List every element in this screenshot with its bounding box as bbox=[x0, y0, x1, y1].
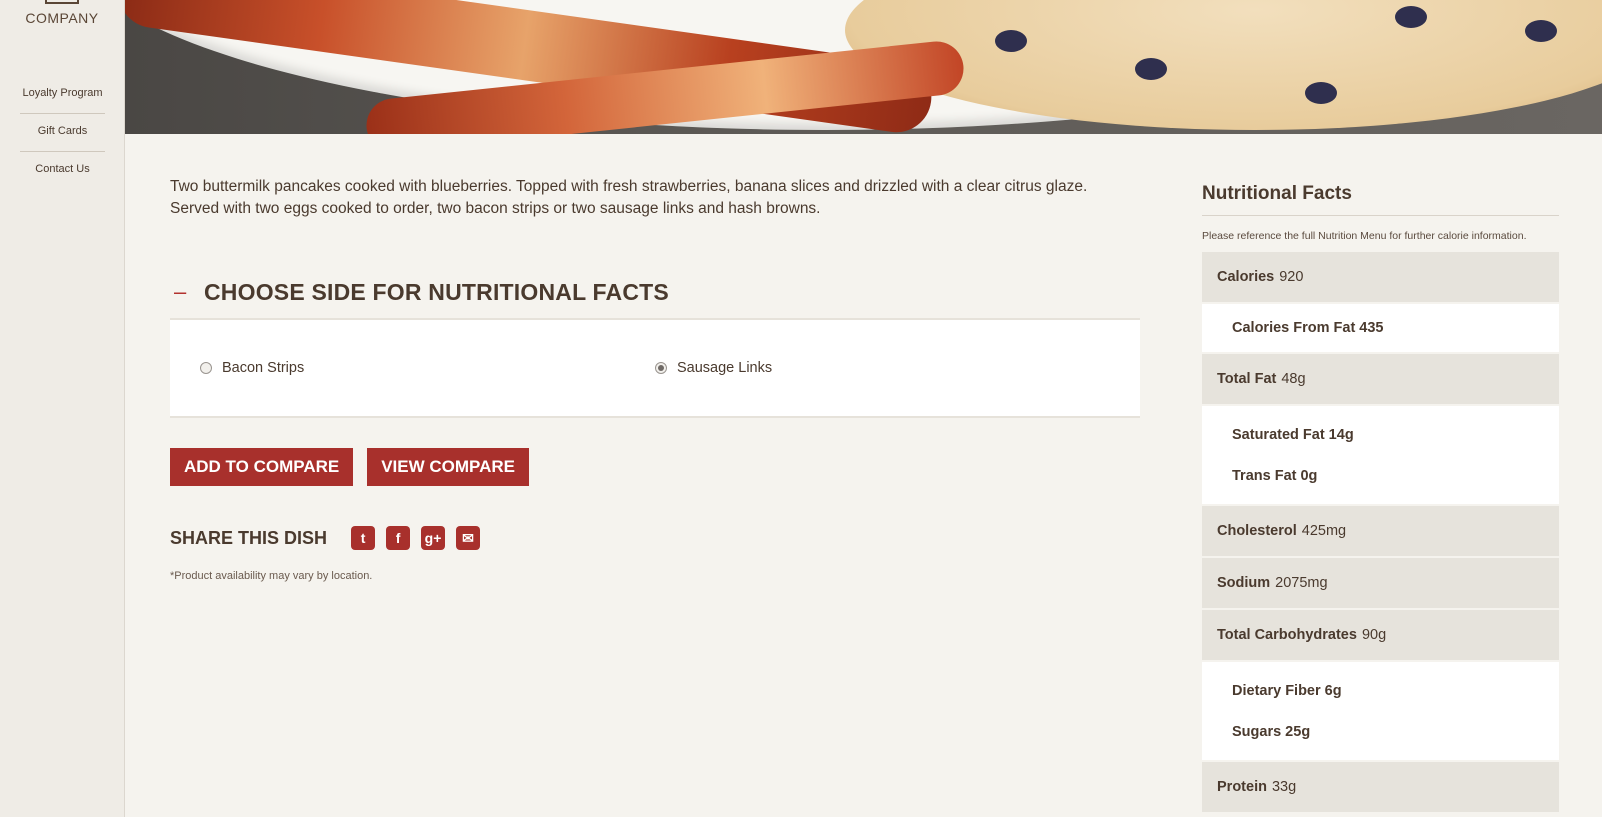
facebook-icon[interactable]: f bbox=[386, 526, 411, 550]
twitter-icon[interactable]: t bbox=[351, 526, 376, 550]
nutrient-label: Total Carbohydrates bbox=[1217, 627, 1357, 643]
radio-bacon-strips[interactable] bbox=[200, 362, 212, 374]
nutrition-row-sugars: Sugars 25g bbox=[1202, 712, 1559, 762]
nutrition-title: Nutritional Facts bbox=[1202, 183, 1559, 216]
view-compare-button[interactable]: VIEW COMPARE bbox=[367, 448, 530, 486]
blueberry bbox=[1395, 6, 1427, 28]
option-bacon-strips[interactable]: Bacon Strips bbox=[200, 360, 304, 376]
compare-buttons: ADD TO COMPARE VIEW COMPARE bbox=[170, 448, 1140, 486]
sidebar-item-loyalty-program[interactable]: Loyalty Program bbox=[20, 76, 105, 114]
nutrient-value: 33g bbox=[1271, 779, 1297, 795]
availability-footnote: *Product availability may vary by locati… bbox=[170, 570, 373, 582]
blueberry bbox=[1135, 58, 1167, 80]
option-sausage-links[interactable]: Sausage Links bbox=[655, 360, 772, 376]
nutrient-value: 48g bbox=[1281, 371, 1306, 387]
nutrition-row-dietary-fiber: Dietary Fiber 6g bbox=[1202, 662, 1559, 712]
option-label: Bacon Strips bbox=[222, 360, 305, 376]
collapse-icon[interactable]: – bbox=[174, 279, 204, 305]
blueberry bbox=[1525, 20, 1557, 42]
option-label: Sausage Links bbox=[677, 360, 773, 376]
nutrition-panel: Nutritional Facts Please reference the f… bbox=[1202, 183, 1559, 814]
blueberry bbox=[1305, 82, 1337, 104]
nutrient-label: Cholesterol bbox=[1217, 523, 1297, 539]
add-to-compare-button[interactable]: ADD TO COMPARE bbox=[170, 448, 354, 486]
google-plus-icon[interactable]: g+ bbox=[421, 526, 446, 550]
nutrition-row-sodium: Sodium 2075mg bbox=[1202, 558, 1559, 610]
share-row: SHARE THIS DISH t f g+ ✉ bbox=[170, 526, 1140, 550]
sidebar-item-contact-us[interactable]: Contact Us bbox=[20, 152, 105, 189]
nutrition-row-total-fat: Total Fat 48g bbox=[1202, 354, 1559, 406]
nutrition-row-trans-fat: Trans Fat 0g bbox=[1202, 456, 1559, 506]
share-title: SHARE THIS DISH bbox=[170, 527, 328, 548]
nutrient-label: Sodium bbox=[1217, 575, 1271, 591]
email-icon[interactable]: ✉ bbox=[456, 526, 481, 550]
accordion-title: CHOOSE SIDE FOR NUTRITIONAL FACTS bbox=[204, 278, 669, 305]
dish-description: Two buttermilk pancakes cooked with blue… bbox=[170, 178, 1088, 217]
nutrition-row-protein: Protein 33g bbox=[1202, 762, 1559, 814]
nutrition-row-calories-from-fat: Calories From Fat 435 bbox=[1202, 304, 1559, 354]
nutrient-label: Protein bbox=[1217, 779, 1267, 795]
nutrient-value: 425mg bbox=[1301, 523, 1347, 539]
nutrient-value: 90g bbox=[1361, 627, 1387, 643]
nutrition-row-cholesterol: Cholesterol 425mg bbox=[1202, 506, 1559, 558]
logo-text: COMPANY bbox=[25, 10, 99, 26]
nutrition-row-total-carbohydrates: Total Carbohydrates 90g bbox=[1202, 610, 1559, 662]
radio-sausage-links[interactable] bbox=[655, 362, 667, 374]
hero-image bbox=[125, 0, 1602, 134]
nutrient-value: 920 bbox=[1279, 269, 1304, 285]
nutrient-label: Total Fat bbox=[1217, 371, 1277, 387]
side-options-panel: Bacon Strips Sausage Links bbox=[170, 318, 1140, 418]
logo[interactable]: COMPANY bbox=[0, 0, 124, 70]
nutrition-row-saturated-fat: Saturated Fat 14g bbox=[1202, 406, 1559, 456]
main-content: Two buttermilk pancakes cooked with blue… bbox=[170, 176, 1140, 582]
side-nav: Loyalty Program Gift Cards Contact Us bbox=[20, 76, 105, 189]
blueberry bbox=[995, 30, 1027, 52]
nutrient-value: 2075mg bbox=[1275, 575, 1328, 591]
sidebar: COMPANY Loyalty Program Gift Cards Conta… bbox=[0, 0, 125, 817]
nutrition-note: Please reference the full Nutrition Menu… bbox=[1202, 230, 1527, 242]
nutrient-label: Calories bbox=[1217, 269, 1275, 285]
nutrition-row-calories: Calories 920 bbox=[1202, 252, 1559, 304]
side-choice-accordion-header[interactable]: – CHOOSE SIDE FOR NUTRITIONAL FACTS bbox=[170, 274, 1140, 310]
logo-mark-icon bbox=[45, 0, 79, 4]
sidebar-item-gift-cards[interactable]: Gift Cards bbox=[20, 114, 105, 152]
